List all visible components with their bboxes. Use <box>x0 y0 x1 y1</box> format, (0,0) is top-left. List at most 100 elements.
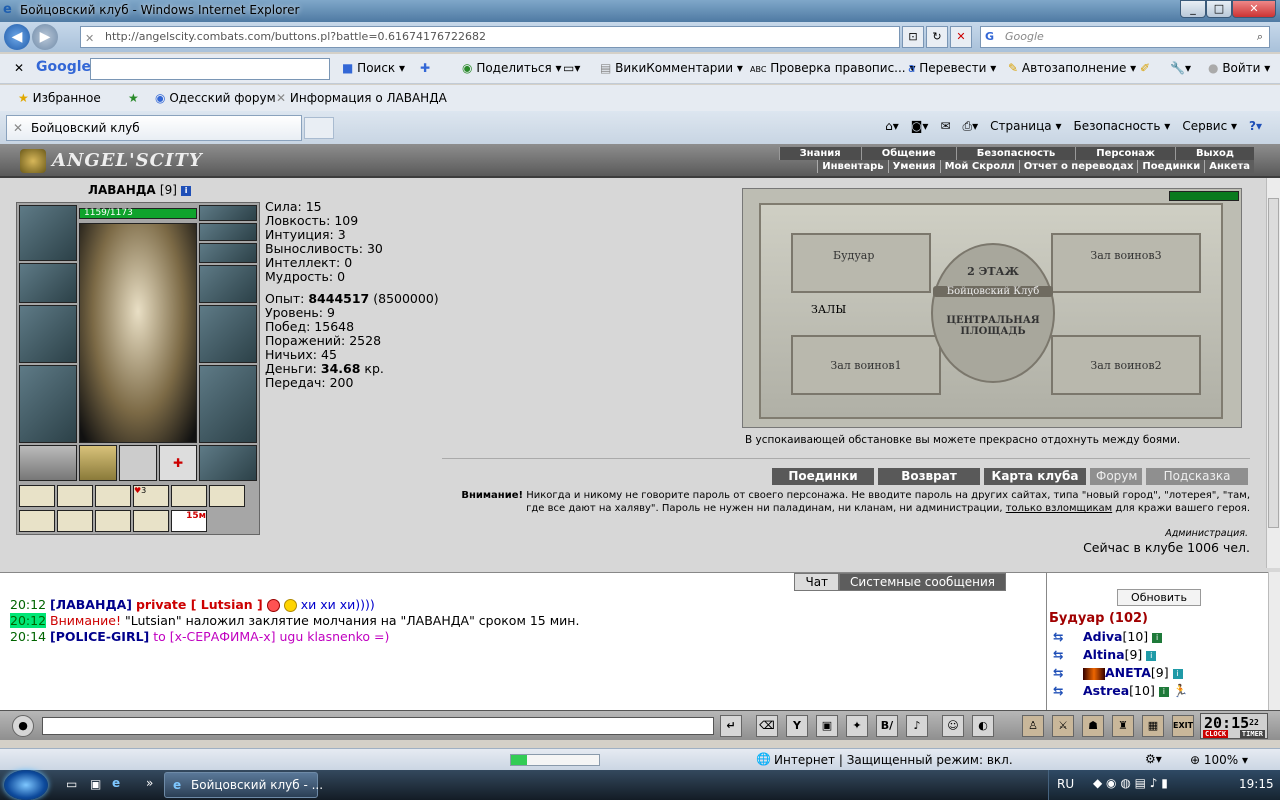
filter-icon[interactable]: Y <box>786 715 808 737</box>
feeds-icon[interactable]: ◙▾ <box>911 119 929 134</box>
submenu-inventory[interactable]: Инвентарь <box>817 160 888 173</box>
stop-icon[interactable]: ✕ <box>950 26 972 48</box>
maximize-button[interactable]: □ <box>1206 0 1232 18</box>
rings-slot[interactable] <box>199 243 257 263</box>
help-icon[interactable]: ?▾ <box>1249 119 1262 134</box>
menu-security[interactable]: Безопасность ▾ <box>1073 119 1170 134</box>
quick-item-timer[interactable]: 15м <box>171 510 207 532</box>
zoom-level[interactable]: ⊕ 100% ▾ <box>1190 753 1248 767</box>
chat-author[interactable]: [POLICE-GIRL] <box>50 629 149 644</box>
compat-view-icon[interactable]: ⊡ <box>902 26 924 48</box>
new-tab-button[interactable] <box>304 117 334 139</box>
armor-slot[interactable] <box>19 365 77 443</box>
quicklaunch-more-icon[interactable]: » <box>146 776 153 790</box>
private-arrow-icon[interactable]: ⇆ <box>1053 665 1071 680</box>
show-desktop-icon[interactable]: ▭ <box>66 777 77 791</box>
refresh-icon[interactable]: ↻ <box>926 26 948 48</box>
exit-icon[interactable]: EXIT <box>1172 715 1194 737</box>
back-button[interactable]: ◀ <box>4 24 30 50</box>
private-arrow-icon[interactable]: ⇆ <box>1053 647 1071 662</box>
boots-slot[interactable] <box>199 445 257 481</box>
quick-item-5[interactable] <box>171 485 207 507</box>
gloves-slot[interactable] <box>199 265 257 303</box>
room-warriors-3[interactable]: Зал воинов3 <box>1051 233 1201 293</box>
gbar-sidebar-icon[interactable]: ▭▾ <box>563 61 580 75</box>
room-warriors-2[interactable]: Зал воинов2 <box>1051 335 1201 395</box>
private-arrow-icon[interactable]: ⇆ <box>1053 683 1071 698</box>
quicklaunch-ie-icon[interactable]: e <box>112 776 120 790</box>
game-scrollbar[interactable] <box>1266 178 1280 568</box>
action-icon-1[interactable]: ♙ <box>1022 715 1044 737</box>
amulet-slot[interactable] <box>199 223 257 241</box>
search-box[interactable]: G Google ⌕ <box>980 26 1270 48</box>
system-clock[interactable]: 19:15 <box>1239 777 1274 791</box>
translit-icon[interactable]: B/ <box>876 715 898 737</box>
helmet-slot[interactable] <box>19 205 77 261</box>
room-boudoir[interactable]: Будуар <box>791 233 931 293</box>
quick-item-6[interactable] <box>209 485 245 507</box>
start-button[interactable] <box>4 770 48 800</box>
address-bar[interactable]: ✕ http://angelscity.combats.com/buttons.… <box>80 26 900 48</box>
menu-security-game[interactable]: Безопасность <box>955 147 1076 160</box>
gbar-share[interactable]: ◉ Поделиться ▾ <box>462 61 562 75</box>
chat-input[interactable] <box>42 717 714 735</box>
quick-item-1[interactable] <box>19 485 55 507</box>
hackers-link[interactable]: только взломщикам <box>1006 503 1112 514</box>
gbar-plus-icon[interactable]: ✚ <box>420 61 430 75</box>
refresh-button[interactable]: Обновить <box>1117 589 1201 606</box>
legs-slot[interactable] <box>199 365 257 443</box>
quick-item-2[interactable] <box>57 485 93 507</box>
bracers-slot[interactable] <box>19 263 77 303</box>
belt-slot[interactable] <box>19 445 77 481</box>
close-button[interactable]: ✕ <box>1232 0 1276 18</box>
earrings-slot[interactable] <box>199 205 257 221</box>
quicklaunch-icon[interactable]: ▣ <box>90 777 101 791</box>
gbar-signin[interactable]: ● Войти ▾ <box>1208 61 1270 75</box>
gbar-highlight-icon[interactable]: ✐ <box>1140 61 1150 75</box>
submenu-profile[interactable]: Анкета <box>1204 160 1254 173</box>
quick-item-10[interactable] <box>133 510 169 532</box>
character-name[interactable]: ЛАВАНДА [9] i <box>88 183 192 197</box>
scroll-slot-3[interactable]: ✚ <box>159 445 197 481</box>
scroll-slot-1[interactable] <box>79 445 117 481</box>
clan-chat-icon[interactable]: ◐ <box>972 715 994 737</box>
forum-button[interactable]: Форум <box>1090 468 1142 485</box>
protected-mode-icon[interactable]: ⚙▾ <box>1145 752 1162 766</box>
forward-button[interactable]: ▶ <box>32 24 58 50</box>
room-warriors-1[interactable]: Зал воинов1 <box>791 335 941 395</box>
menu-communication[interactable]: Общение <box>860 147 956 160</box>
info-icon[interactable]: i <box>1146 650 1157 661</box>
user-row[interactable]: ⇆ Astrea[10] i 🏃 <box>1053 683 1188 699</box>
security-zone[interactable]: Интернет | Защищенный режим: вкл. <box>774 753 1013 767</box>
favorites-button[interactable]: ★ Избранное <box>18 91 101 105</box>
userlist-scrollbar[interactable] <box>1268 572 1280 710</box>
action-icon-2[interactable]: ⚔ <box>1052 715 1074 737</box>
gbar-search[interactable]: ■ Поиск ▾ <box>342 61 405 75</box>
user-row[interactable]: ⇆ Adiva[10] i <box>1053 629 1163 644</box>
action-icon-4[interactable]: ♜ <box>1112 715 1134 737</box>
google-search-input[interactable] <box>90 58 330 80</box>
gbar-translate[interactable]: a Перевести ▾ <box>908 61 996 75</box>
gbar-autofill[interactable]: ✎ Автозаполнение ▾ <box>1008 61 1136 75</box>
chat-mode-icon[interactable]: ● <box>12 715 34 737</box>
quick-item-8[interactable] <box>57 510 93 532</box>
language-indicator[interactable]: RU <box>1057 777 1074 791</box>
fav-link-odessa[interactable]: ◉ Одесский форум <box>155 91 276 105</box>
quick-item-7[interactable] <box>19 510 55 532</box>
private-arrow-icon[interactable]: ⇆ <box>1053 629 1071 644</box>
weapon-right-slot[interactable] <box>199 305 257 363</box>
menu-exit[interactable]: Выход <box>1174 147 1254 160</box>
menu-page[interactable]: Страница ▾ <box>990 119 1061 134</box>
info-icon[interactable]: i <box>1158 686 1169 697</box>
tab-system-messages[interactable]: Системные сообщения <box>839 573 1006 591</box>
smiles-icon[interactable]: ☺ <box>942 715 964 737</box>
hint-button[interactable]: Подсказка <box>1146 468 1248 485</box>
tray-icons[interactable]: ◆ ◉ ◍ ▤ ♪ ▮ <box>1093 776 1168 790</box>
action-icon-5[interactable]: ▦ <box>1142 715 1164 737</box>
add-favorite-icon[interactable]: ★ <box>128 91 139 105</box>
info-icon[interactable]: i <box>1172 668 1183 679</box>
fights-button[interactable]: Поединки <box>772 468 874 485</box>
menu-knowledge[interactable]: Знания <box>778 147 861 160</box>
minimize-button[interactable]: _ <box>1180 0 1206 18</box>
gbar-spellcheck[interactable]: ABC Проверка правопис... ▾ <box>750 61 915 75</box>
